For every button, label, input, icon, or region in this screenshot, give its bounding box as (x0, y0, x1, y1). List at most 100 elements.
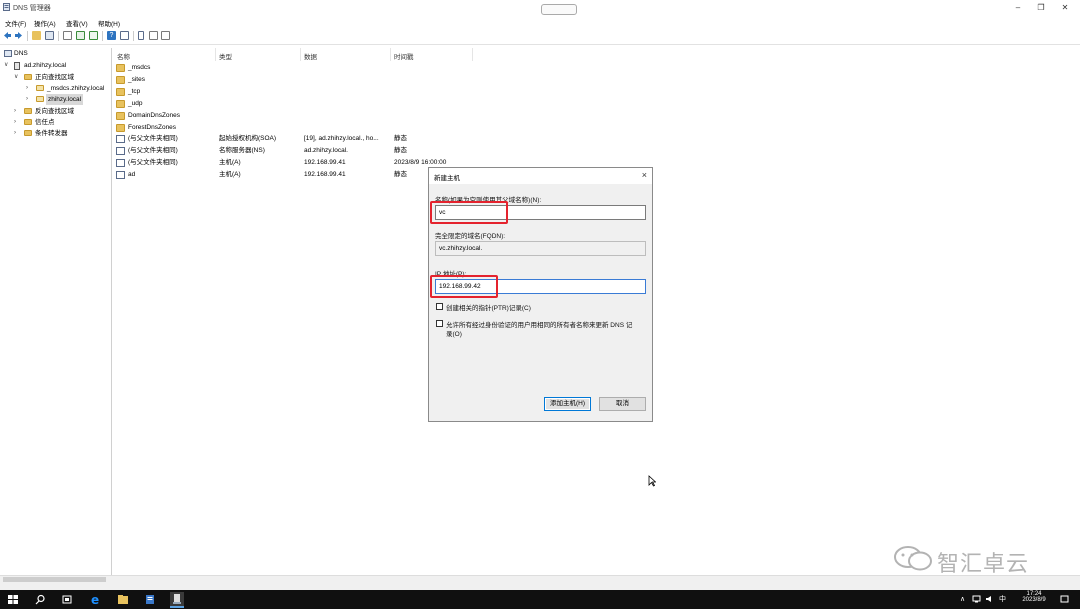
cell-type: 起始授权机构(SOA) (219, 135, 277, 143)
dns-app-icon (3, 3, 10, 11)
start-windows-icon[interactable] (6, 593, 20, 606)
record-list-icon[interactable] (149, 31, 158, 40)
cell-name: DomainDnsZones (128, 111, 181, 119)
tree-item-msdcs-zone[interactable]: › _msdcs.zhihzy.local (26, 83, 111, 94)
cell-name: ForestDnsZones (128, 123, 177, 131)
export-list-icon[interactable] (89, 31, 98, 40)
column-timestamp[interactable]: 时间戳 (394, 51, 414, 61)
cell-data: 192.168.99.41 (304, 171, 346, 179)
annotation-box-name (430, 201, 508, 224)
cell-name: _sites (128, 75, 145, 83)
list-item[interactable]: _msdcs (112, 62, 512, 74)
title-drag-handle[interactable] (541, 4, 577, 15)
list-item[interactable]: _tcp (112, 86, 512, 98)
cell-data: ad.zhihzy.local. (304, 147, 348, 155)
forward-icon[interactable] (14, 31, 23, 40)
fqdn-field: vc.zhihzy.local. (435, 241, 646, 256)
minimize-icon[interactable]: – (1011, 2, 1025, 14)
chevron-right-icon[interactable]: › (14, 117, 16, 128)
cell-name: ad (128, 171, 136, 179)
ptr-checkbox-label[interactable]: 创建相关的指针(PTR)记录(C) (446, 302, 531, 312)
tree-item-dns[interactable]: DNS (4, 48, 104, 59)
volume-icon[interactable] (985, 595, 994, 605)
add-host-button[interactable]: 添加主机(H) (544, 397, 591, 411)
tree-item-reverse-zones[interactable]: › 反向查找区域 (14, 106, 110, 117)
server-icon (14, 62, 20, 70)
cell-name: _udp (128, 99, 143, 107)
allow-update-label-line2[interactable]: 录(O) (446, 328, 462, 338)
record-icon (116, 135, 125, 144)
wechat-logo-icon (893, 545, 933, 573)
ptr-checkbox[interactable] (436, 303, 443, 310)
chevron-right-icon[interactable]: › (26, 83, 28, 94)
server-manager-icon[interactable] (143, 593, 157, 606)
task-view-icon[interactable] (60, 593, 74, 606)
chevron-right-icon[interactable]: › (14, 106, 16, 117)
cell-name: (与父文件夹相同) (128, 159, 178, 167)
annotation-box-ip (430, 275, 498, 298)
folder-icon (24, 130, 32, 136)
ime-indicator[interactable]: 中 (999, 594, 1006, 604)
properties-icon[interactable] (63, 31, 72, 40)
cancel-button[interactable]: 取消 (599, 397, 646, 411)
dialog-title: 新建主机 (434, 175, 460, 182)
network-icon[interactable] (972, 595, 981, 605)
menu-file[interactable]: 文件(F) (5, 18, 26, 28)
tree-item-server[interactable]: ∨ ad.zhihzy.local (4, 60, 110, 71)
notification-icon[interactable] (1060, 595, 1069, 606)
tree-item-conditional-forwarders[interactable]: › 条件转发器 (14, 128, 110, 139)
folder-icon (116, 87, 125, 96)
chevron-down-icon[interactable]: ∨ (4, 60, 8, 71)
watermark-text: 智汇卓云 (937, 551, 1030, 576)
list-item[interactable]: _sites (112, 74, 512, 86)
list-header: 名称 类型 数据 时间戳 (112, 48, 1080, 61)
chevron-right-icon[interactable]: › (26, 94, 28, 105)
tree-item-forward-zones[interactable]: ∨ 正向查找区域 (14, 72, 110, 83)
folder-icon (116, 111, 125, 120)
folder-icon (24, 119, 32, 125)
dns-manager-taskbar-icon[interactable] (170, 592, 184, 608)
allow-update-checkbox[interactable] (436, 320, 443, 327)
cell-type: 名称服务器(NS) (219, 147, 265, 155)
cell-name: _msdcs (128, 64, 151, 71)
list-item[interactable]: (与父文件夹相同) 名称服务器(NS) ad.zhihzy.local. 静态 (112, 145, 512, 157)
column-name[interactable]: 名称 (117, 51, 130, 61)
file-explorer-icon[interactable] (116, 593, 130, 606)
tree-item-trust-points[interactable]: › 信任点 (14, 117, 110, 128)
search-icon[interactable] (33, 593, 47, 606)
chevron-right-icon[interactable]: › (14, 128, 16, 139)
up-folder-icon[interactable] (32, 31, 41, 40)
allow-update-label-line1[interactable]: 允许所有经过身份验证的用户用相同的所有者名称来更新 DNS 记 (446, 319, 632, 329)
folder-icon (116, 123, 125, 132)
view-icon[interactable] (120, 31, 129, 40)
scrollbar-thumb[interactable] (3, 577, 106, 582)
cell-name: (与父文件夹相同) (128, 135, 178, 143)
list-item[interactable]: ForestDnsZones (112, 122, 512, 134)
column-type[interactable]: 类型 (219, 51, 232, 61)
refresh-icon[interactable] (76, 31, 85, 40)
list-item[interactable]: DomainDnsZones (112, 110, 512, 122)
server-icon[interactable] (138, 31, 144, 40)
menu-help[interactable]: 帮助(H) (98, 18, 120, 28)
cell-data: 192.168.99.41 (304, 159, 346, 167)
mouse-cursor-icon (648, 475, 657, 489)
new-record-icon[interactable] (161, 31, 170, 40)
back-icon[interactable] (3, 31, 12, 40)
close-window-icon[interactable]: ✕ (1058, 2, 1072, 14)
restore-icon[interactable]: ❐ (1034, 2, 1048, 14)
help-icon[interactable]: ? (107, 31, 116, 40)
tree-item-zhihzy-zone[interactable]: › zhihzy.local (26, 94, 111, 105)
list-item[interactable]: (与父文件夹相同) 起始授权机构(SOA) [19], ad.zhihzy.loca… (112, 133, 512, 145)
tray-chevron-icon[interactable]: ∧ (960, 595, 965, 603)
dialog-close-icon[interactable]: × (642, 170, 647, 180)
window-title: DNS 管理器 (13, 5, 51, 12)
chevron-down-icon[interactable]: ∨ (14, 72, 18, 83)
menu-action[interactable]: 操作(A) (34, 18, 56, 28)
console-tree-icon[interactable] (45, 31, 54, 40)
menu-view[interactable]: 查看(V) (66, 18, 88, 28)
column-data[interactable]: 数据 (304, 51, 317, 61)
list-item[interactable]: _udp (112, 98, 512, 110)
folder-icon (116, 64, 125, 72)
internet-explorer-icon[interactable]: e (89, 593, 103, 607)
clock[interactable]: 17:24 2023/8/9 (1014, 591, 1054, 603)
